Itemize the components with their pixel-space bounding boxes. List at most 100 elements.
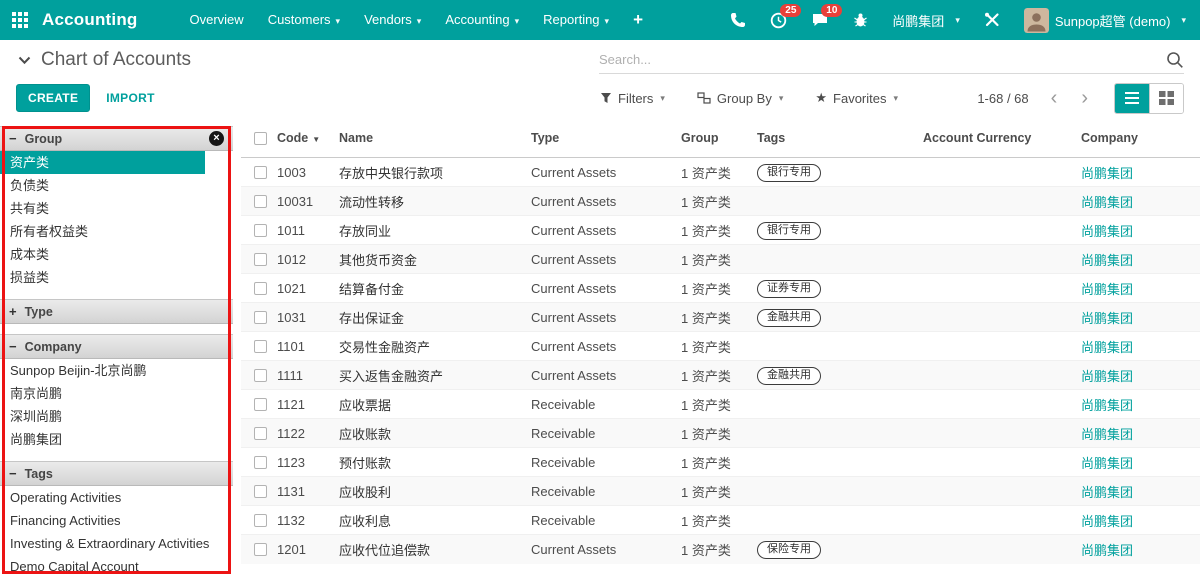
select-all-checkbox[interactable] [254, 132, 267, 145]
row-checkbox[interactable] [254, 166, 267, 179]
row-checkbox[interactable] [254, 369, 267, 382]
filter-item[interactable]: 所有者权益类 [0, 220, 233, 243]
row-checkbox[interactable] [254, 340, 267, 353]
cell-name: 预付账款 [335, 448, 527, 477]
filter-item-selected[interactable]: 资产类 [0, 151, 205, 174]
user-menu[interactable]: Sunpop超管 (demo) ▾ [1024, 8, 1186, 33]
menu-overview[interactable]: Overview [178, 0, 256, 40]
import-button[interactable]: IMPORT [106, 91, 154, 105]
filter-section-header-company[interactable]: −Company [0, 334, 233, 359]
filter-item[interactable]: 损益类 [0, 266, 233, 289]
pager-previous-button[interactable]: ‹ [1043, 88, 1066, 108]
filter-item[interactable]: 负债类 [0, 174, 233, 197]
pager-next-button[interactable]: › [1073, 88, 1096, 108]
cell-type: Receivable [527, 477, 677, 506]
filter-item[interactable]: Investing & Extraordinary Activities [0, 532, 233, 555]
column-header-group[interactable]: Group [677, 118, 753, 158]
table-row[interactable]: 1012其他货币资金Current Assets1 资产类尚鹏集团 [241, 245, 1200, 274]
row-checkbox[interactable] [254, 253, 267, 266]
filter-item[interactable]: Sunpop Beijin-北京尚鹏 [0, 359, 233, 382]
add-menu-button[interactable]: + [621, 10, 655, 30]
menu-vendors[interactable]: Vendors▾ [352, 0, 433, 41]
cell-code: 1201 [273, 535, 335, 564]
filter-item[interactable]: 南京尚鹏 [0, 382, 233, 405]
row-checkbox[interactable] [254, 224, 267, 237]
list-view-button[interactable] [1115, 84, 1149, 113]
menu-reporting[interactable]: Reporting▾ [531, 0, 621, 41]
phone-icon[interactable] [730, 12, 746, 28]
filter-item[interactable]: 共有类 [0, 197, 233, 220]
column-header-currency[interactable]: Account Currency [919, 118, 1077, 158]
tools-icon[interactable] [984, 12, 1000, 28]
cell-type: Current Assets [527, 303, 677, 332]
filter-section-header-group[interactable]: −Group× [0, 126, 233, 151]
table-row[interactable]: 1131应收股利Receivable1 资产类尚鹏集团 [241, 477, 1200, 506]
row-checkbox[interactable] [254, 456, 267, 469]
breadcrumb-chevron-icon [18, 56, 31, 65]
cell-company: 尚鹏集团 [1077, 506, 1200, 535]
filter-item[interactable]: 深圳尚鹏 [0, 405, 233, 428]
row-checkbox-cell [241, 390, 273, 419]
table-row[interactable]: 1011存放同业Current Assets1 资产类银行专用尚鹏集团 [241, 216, 1200, 245]
table-row[interactable]: 1101交易性金融资产Current Assets1 资产类尚鹏集团 [241, 332, 1200, 361]
row-checkbox[interactable] [254, 195, 267, 208]
filters-label: Filters [618, 91, 653, 106]
row-checkbox[interactable] [254, 543, 267, 556]
column-header-code[interactable]: Code▼ [273, 118, 335, 158]
filters-button[interactable]: Filters ▾ [600, 91, 665, 106]
messages-icon[interactable]: 10 [811, 12, 829, 28]
star-icon: ★ [815, 90, 827, 106]
cell-name: 存放中央银行款项 [335, 158, 527, 187]
menu-accounting[interactable]: Accounting▾ [433, 0, 531, 41]
filter-item[interactable]: Demo Capital Account [0, 555, 233, 578]
column-header-company[interactable]: Company [1077, 118, 1200, 158]
search-input[interactable] [599, 52, 1160, 67]
clear-filter-icon[interactable]: × [209, 131, 224, 146]
kanban-view-button[interactable] [1149, 84, 1183, 113]
company-switcher[interactable]: 尚鹏集团 ▾ [892, 11, 960, 30]
row-checkbox-cell [241, 419, 273, 448]
row-checkbox[interactable] [254, 427, 267, 440]
debug-bug-icon[interactable] [853, 12, 868, 28]
filter-item[interactable]: Financing Activities [0, 509, 233, 532]
row-checkbox[interactable] [254, 398, 267, 411]
table-row[interactable]: 1121应收票据Receivable1 资产类尚鹏集团 [241, 390, 1200, 419]
table-row[interactable]: 1132应收利息Receivable1 资产类尚鹏集团 [241, 506, 1200, 535]
filter-item[interactable]: 尚鹏集团 [0, 428, 233, 451]
top-navbar: Accounting OverviewCustomers▾Vendors▾Acc… [0, 0, 1200, 40]
table-row[interactable]: 1003存放中央银行款项Current Assets1 资产类银行专用尚鹏集团 [241, 158, 1200, 187]
cell-code: 1122 [273, 419, 335, 448]
cell-company: 尚鹏集团 [1077, 274, 1200, 303]
filter-item[interactable]: Operating Activities [0, 486, 233, 509]
group-by-button[interactable]: Group By ▾ [697, 91, 783, 106]
cell-code: 1101 [273, 332, 335, 361]
create-button[interactable]: CREATE [16, 84, 90, 112]
filter-section-header-tags[interactable]: −Tags [0, 461, 233, 486]
row-checkbox[interactable] [254, 485, 267, 498]
filter-item[interactable]: 成本类 [0, 243, 233, 266]
favorites-button[interactable]: ★ Favorites ▾ [815, 90, 898, 106]
filter-section-header-type[interactable]: +Type [0, 299, 233, 324]
row-checkbox[interactable] [254, 311, 267, 324]
activities-clock-icon[interactable]: 25 [770, 12, 787, 29]
apps-grid-icon[interactable] [12, 12, 28, 28]
cell-name: 流动性转移 [335, 187, 527, 216]
column-header-name[interactable]: Name [335, 118, 527, 158]
menu-customers[interactable]: Customers▾ [256, 0, 352, 41]
table-row[interactable]: 1111买入返售金融资产Current Assets1 资产类金融共用尚鹏集团 [241, 361, 1200, 390]
table-row[interactable]: 1201应收代位追偿款Current Assets1 资产类保险专用尚鹏集团 [241, 535, 1200, 564]
column-header-tags[interactable]: Tags [753, 118, 919, 158]
table-row[interactable]: 10031流动性转移Current Assets1 资产类尚鹏集团 [241, 187, 1200, 216]
collapse-minus-icon: − [9, 339, 17, 354]
breadcrumb[interactable]: Chart of Accounts [18, 49, 191, 71]
table-row[interactable]: 1123预付账款Receivable1 资产类尚鹏集团 [241, 448, 1200, 477]
search-icon[interactable] [1166, 51, 1184, 69]
table-row[interactable]: 1021结算备付金Current Assets1 资产类证券专用尚鹏集团 [241, 274, 1200, 303]
table-row[interactable]: 1122应收账款Receivable1 资产类尚鹏集团 [241, 419, 1200, 448]
row-checkbox[interactable] [254, 514, 267, 527]
cell-name: 其他货币资金 [335, 245, 527, 274]
table-row[interactable]: 1031存出保证金Current Assets1 资产类金融共用尚鹏集团 [241, 303, 1200, 332]
cell-tags [753, 419, 919, 448]
row-checkbox[interactable] [254, 282, 267, 295]
column-header-type[interactable]: Type [527, 118, 677, 158]
